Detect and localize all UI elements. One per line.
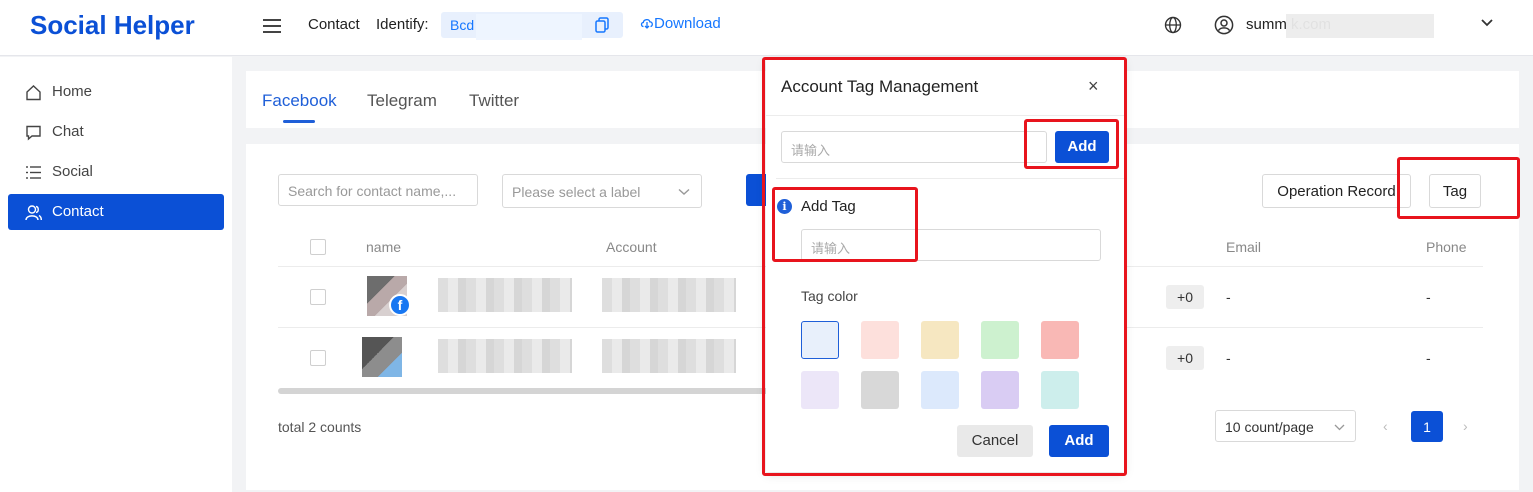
active-tab-indicator bbox=[283, 120, 315, 123]
list-icon bbox=[26, 166, 41, 179]
column-header-phone: Phone bbox=[1426, 239, 1467, 255]
app-logo: Social Helper bbox=[30, 10, 195, 40]
header-contact-label: Contact bbox=[308, 16, 360, 33]
avatar bbox=[362, 337, 402, 377]
highlight-add-tag bbox=[772, 187, 918, 262]
tab-twitter[interactable]: Twitter bbox=[469, 91, 519, 111]
identify-value-redacted bbox=[476, 14, 582, 40]
sidebar-item-label: Contact bbox=[52, 203, 104, 220]
sidebar-item-label: Home bbox=[52, 83, 93, 100]
highlight-tag-button bbox=[1397, 157, 1520, 219]
page-size-value: 10 count/page bbox=[1225, 419, 1314, 435]
column-header-email: Email bbox=[1226, 239, 1262, 255]
tab-facebook[interactable]: Facebook bbox=[262, 91, 337, 111]
page-1-button[interactable]: 1 bbox=[1411, 411, 1443, 442]
user-avatar-icon[interactable] bbox=[1214, 15, 1234, 35]
phone-value: - bbox=[1426, 289, 1431, 305]
total-count: total 2 counts bbox=[278, 419, 362, 435]
chevron-down-icon[interactable] bbox=[1480, 18, 1494, 28]
facebook-icon: f bbox=[389, 294, 411, 316]
operation-record-button[interactable]: Operation Record bbox=[1262, 174, 1411, 208]
column-header-account: Account bbox=[606, 239, 657, 255]
sidebar-item-home[interactable]: Home bbox=[8, 74, 224, 110]
chat-icon bbox=[26, 125, 41, 141]
download-label: Download bbox=[654, 15, 721, 32]
globe-icon[interactable] bbox=[1164, 16, 1182, 34]
label-select-placeholder: Please select a label bbox=[512, 184, 641, 200]
cloud-download-icon bbox=[640, 19, 653, 29]
search-input[interactable]: Search for contact name,... bbox=[278, 174, 478, 206]
highlight-add-button bbox=[1024, 119, 1119, 169]
menu-toggle-icon[interactable] bbox=[263, 19, 281, 35]
identify-value: Bcd bbox=[450, 17, 475, 33]
account-value bbox=[602, 339, 736, 373]
sidebar-item-social[interactable]: Social bbox=[8, 154, 224, 190]
sidebar-item-contact[interactable]: Contact bbox=[8, 194, 224, 230]
sidebar-item-label: Chat bbox=[52, 123, 84, 140]
identify-label: Identify: bbox=[376, 16, 429, 33]
chevron-down-icon bbox=[1334, 424, 1345, 431]
page-size-select[interactable]: 10 count/page bbox=[1215, 410, 1356, 442]
home-icon bbox=[26, 85, 41, 101]
next-page-button[interactable]: › bbox=[1463, 418, 1468, 434]
contact-icon bbox=[25, 205, 42, 221]
contact-name bbox=[438, 339, 572, 373]
tab-telegram[interactable]: Telegram bbox=[367, 91, 437, 111]
sidebar-item-chat[interactable]: Chat bbox=[8, 114, 224, 150]
account-value bbox=[602, 278, 736, 312]
select-all-checkbox[interactable] bbox=[310, 239, 326, 255]
row-checkbox[interactable] bbox=[310, 289, 326, 305]
label-select[interactable]: Please select a label bbox=[502, 174, 702, 208]
prev-page-button[interactable]: ‹ bbox=[1383, 418, 1388, 434]
tag-count-badge[interactable]: +0 bbox=[1166, 346, 1204, 370]
row-checkbox[interactable] bbox=[310, 350, 326, 366]
chevron-down-icon bbox=[678, 188, 690, 195]
contact-name bbox=[438, 278, 572, 312]
email-value: - bbox=[1226, 289, 1231, 305]
tag-count-badge[interactable]: +0 bbox=[1166, 285, 1204, 309]
email-value: - bbox=[1226, 350, 1231, 366]
user-email-redacted bbox=[1286, 14, 1434, 38]
horizontal-scrollbar[interactable] bbox=[278, 388, 778, 394]
phone-value: - bbox=[1426, 350, 1431, 366]
sidebar-item-label: Social bbox=[52, 163, 93, 180]
download-link[interactable]: Download bbox=[640, 15, 721, 32]
sidebar: Home Chat Social Contact bbox=[0, 57, 232, 492]
copy-icon[interactable] bbox=[595, 17, 609, 33]
column-header-name: name bbox=[366, 239, 402, 255]
